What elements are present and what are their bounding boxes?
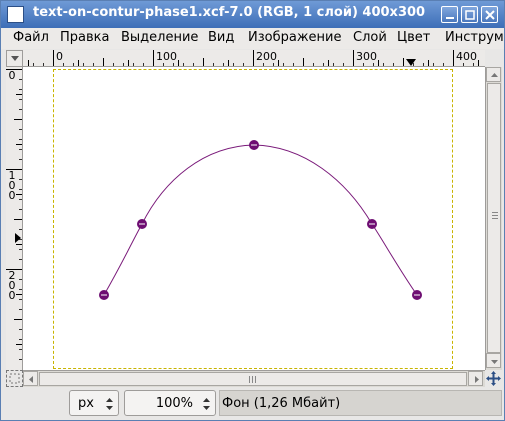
arrow-up-icon — [491, 73, 498, 77]
menu-view[interactable]: Вид — [208, 30, 234, 45]
unit-value: px — [78, 396, 94, 411]
menu-select[interactable]: Выделение — [121, 30, 198, 45]
status-text: Фон (1,26 Мбайт) — [222, 396, 341, 411]
navigate-button[interactable] — [485, 370, 502, 387]
scroll-left-button[interactable] — [23, 371, 38, 386]
menu-layer[interactable]: Слой — [353, 30, 387, 45]
vertical-ruler[interactable]: 0 100 200 — [6, 67, 23, 370]
spin-arrows-icon — [106, 398, 113, 410]
title-bar[interactable]: text-on-contur-phase1.xcf-7.0 (RGB, 1 сл… — [1, 1, 504, 28]
close-icon — [485, 10, 495, 20]
minimize-icon — [446, 17, 454, 19]
scroll-up-button[interactable] — [486, 67, 501, 82]
maximize-button[interactable] — [461, 6, 478, 23]
scroll-right-button[interactable] — [468, 371, 483, 386]
horizontal-scrollbar[interactable] — [23, 370, 485, 387]
arrow-right-icon — [475, 376, 479, 383]
minimize-button[interactable] — [441, 6, 458, 23]
hruler-label-300: 300 — [356, 50, 377, 63]
vruler-label-0: 0 — [8, 69, 16, 82]
path-drawing — [99, 140, 422, 300]
menu-tools[interactable]: Инструм — [445, 30, 504, 45]
scroll-down-button[interactable] — [486, 353, 501, 368]
image-window: text-on-contur-phase1.xcf-7.0 (RGB, 1 сл… — [0, 0, 505, 421]
vertical-scrollbar[interactable] — [485, 67, 502, 370]
arrow-left-icon — [29, 376, 33, 383]
hruler-label-400: 400 — [456, 50, 477, 63]
image-canvas[interactable] — [53, 69, 453, 369]
menu-image[interactable]: Изображение — [248, 30, 341, 45]
menu-arrow-button[interactable] — [6, 50, 23, 67]
horizontal-scroll-thumb[interactable] — [39, 372, 467, 386]
vertical-ruler-ticks — [6, 69, 22, 360]
grip-icon — [249, 376, 250, 383]
grip-icon — [492, 212, 498, 213]
vruler-label-200: 200 — [8, 269, 16, 302]
status-message: Фон (1,26 Мбайт) — [219, 390, 502, 416]
menu-bar: Файл Правка Выделение Вид Изображение Сл… — [1, 28, 504, 49]
horizontal-ruler[interactable]: 0 100 200 300 400 — [23, 50, 485, 67]
navigate-icon — [486, 371, 501, 386]
quick-mask-toggle[interactable] — [6, 370, 23, 387]
vruler-label-100: 100 — [8, 169, 16, 202]
hruler-label-100: 100 — [156, 50, 177, 63]
zoom-selector[interactable]: 100% — [124, 390, 216, 416]
quick-mask-icon — [9, 373, 20, 384]
vertical-scroll-thumb[interactable] — [487, 83, 501, 353]
unit-selector[interactable]: px — [69, 390, 119, 416]
arrow-down-icon — [491, 360, 498, 364]
menu-colors[interactable]: Цвет — [397, 30, 430, 45]
status-bar: px 100% Фон (1,26 Мбайт) — [1, 388, 504, 420]
menu-file[interactable]: Файл — [13, 30, 49, 45]
close-button[interactable] — [481, 6, 498, 23]
hruler-label-200: 200 — [256, 50, 277, 63]
spin-arrows-icon — [203, 398, 210, 410]
hruler-label-0: 0 — [56, 50, 63, 63]
window-menu-icon[interactable] — [7, 6, 24, 23]
menu-edit[interactable]: Правка — [60, 30, 109, 45]
window-title: text-on-contur-phase1.xcf-7.0 (RGB, 1 сл… — [33, 5, 426, 20]
triangle-icon — [11, 56, 19, 61]
horizontal-ruler-ticks — [28, 50, 479, 66]
zoom-value: 100% — [155, 396, 193, 411]
maximize-icon — [465, 10, 475, 20]
